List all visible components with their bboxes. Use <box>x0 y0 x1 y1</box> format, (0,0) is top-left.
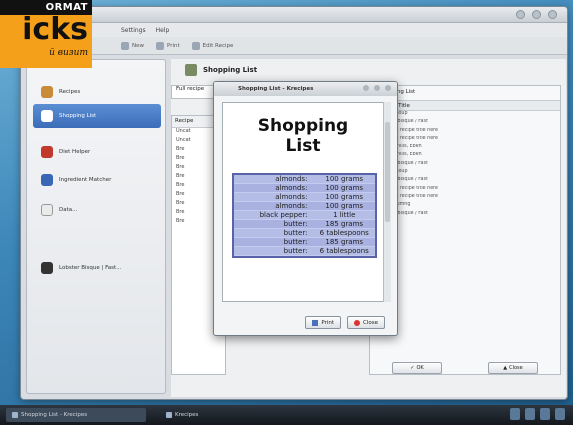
shopping-list-dialog: Shopping List - Krecipes Shopping List a… <box>213 81 398 336</box>
right-list-footer: ✓ OK ▲ Close <box>369 359 561 377</box>
recipe-document-icon <box>41 262 53 274</box>
system-tray <box>510 408 565 420</box>
main-titlebar <box>21 7 567 23</box>
list-item[interactable]: Pasta, Shills, Eben <box>370 152 560 160</box>
dialog-titlebar: Shopping List - Krecipes <box>214 82 397 96</box>
close-dialog-button[interactable]: Close <box>347 316 385 329</box>
list-item[interactable]: Type the recipe title here <box>370 186 560 194</box>
list-item[interactable]: Lobster Bisque / Fast <box>370 161 560 169</box>
recipes-icon <box>41 86 53 98</box>
diet-icon <box>41 146 53 158</box>
shopping-list-icon <box>185 64 197 76</box>
new-button[interactable]: New <box>121 41 144 50</box>
shopping-cart-icon <box>41 110 53 122</box>
dialog-title: Shopping List - Krecipes <box>238 86 314 92</box>
menu-help[interactable]: Help <box>156 27 170 34</box>
table-row: almonds: 100 grams <box>234 184 375 193</box>
list-item[interactable]: Oyster Soup <box>370 169 560 177</box>
logo-title: icks <box>22 12 88 47</box>
right-list-header: Shopping List <box>378 89 416 95</box>
dialog-help-button[interactable] <box>363 85 369 91</box>
ok-button[interactable]: ✓ OK <box>392 362 442 374</box>
maximize-button[interactable] <box>532 10 541 19</box>
edit-icon <box>191 41 200 50</box>
app-icon <box>166 412 172 418</box>
minimize-button[interactable] <box>516 10 525 19</box>
panel-header: Shopping List <box>171 59 566 81</box>
dialog-close-button[interactable] <box>385 85 391 91</box>
sidebar-item-open-recipe[interactable]: Lobster Bisque | Fast... <box>33 256 161 280</box>
new-icon <box>121 41 129 50</box>
panel-title: Shopping List <box>203 66 258 74</box>
document-title: Shopping List <box>257 116 349 156</box>
table-row: black pepper: 1 little <box>234 211 375 220</box>
taskbar: Shopping List - Krecipes Krecipes <box>0 405 573 425</box>
notification-icon[interactable] <box>555 408 565 420</box>
taskbar-item-shopping-list[interactable]: Shopping List - Krecipes <box>6 408 146 422</box>
sidebar-item-data[interactable]: Data... <box>33 198 161 222</box>
list-item[interactable]: Type the recipe title here <box>370 194 560 202</box>
toolbar: New Print Edit Recipe <box>21 37 567 55</box>
menu-settings[interactable]: Settings <box>121 27 146 34</box>
list-item[interactable]: Type the recipe title here <box>370 128 560 136</box>
app-icon <box>12 412 18 418</box>
dialog-window-controls <box>363 85 391 91</box>
dialog-buttons: Print Close <box>305 316 385 329</box>
printer-icon <box>312 319 319 326</box>
ingredient-icon <box>41 174 53 186</box>
network-icon[interactable] <box>510 408 520 420</box>
table-row: butter: 185 grams <box>234 220 375 229</box>
dialog-scrollbar[interactable] <box>383 102 391 302</box>
table-row: butter: 6 tablespoons <box>234 229 375 238</box>
taskbar-item-krecipes[interactable]: Krecipes <box>160 408 240 422</box>
list-item[interactable]: Lobster Bisque / Fast <box>370 119 560 127</box>
list-item[interactable]: Pasta, Shills, Eben <box>370 144 560 152</box>
sidebar-item-recipes[interactable]: Recipes <box>33 80 161 104</box>
magazine-logo: ORMAT icks й визит <box>0 0 92 68</box>
check-icon: ✓ <box>410 365 415 371</box>
close-button[interactable] <box>548 10 557 19</box>
krecipes-main-window: Settings Help New Print Edit Recipe Reci… <box>20 6 568 400</box>
recipe-title-column-header[interactable]: Recipe Title <box>370 100 560 111</box>
print-dialog-button[interactable]: Print <box>305 316 342 329</box>
table-row: butter: 185 grams <box>234 238 375 247</box>
sidebar-item-diet-helper[interactable]: Diet Helper <box>33 140 161 164</box>
print-icon <box>156 41 164 50</box>
close-icon: ▲ <box>503 365 508 371</box>
dialog-minimize-button[interactable] <box>374 85 380 91</box>
table-row: almonds: 100 grams <box>234 175 375 184</box>
sidebar-item-shopping-list[interactable]: Shopping List <box>33 104 161 128</box>
close-list-button[interactable]: ▲ Close <box>488 362 538 374</box>
sidebar: Recipes Shopping List Diet Helper Ingred… <box>26 59 166 394</box>
list-item[interactable]: Duck Stuffing <box>370 202 560 210</box>
list-item[interactable]: Lobster Bisque / Fast <box>370 177 560 185</box>
full-recipe-tab[interactable]: Full recipe <box>171 85 219 99</box>
sidebar-item-ingredient-matcher[interactable]: Ingredient Matcher <box>33 168 161 192</box>
menubar: Settings Help <box>21 23 567 37</box>
scrollbar-thumb[interactable] <box>385 122 390 222</box>
volume-icon[interactable] <box>525 408 535 420</box>
list-item[interactable]: Lobster Bisque / Fast <box>370 211 560 219</box>
logo-subtitle: й визит <box>49 48 88 58</box>
list-item[interactable]: Type the recipe title here <box>370 136 560 144</box>
shopping-list-document: Shopping List almonds: 100 grams almonds:… <box>222 102 384 302</box>
edit-recipe-button[interactable]: Edit Recipe <box>191 41 233 50</box>
close-icon <box>354 319 361 326</box>
table-row: almonds: 100 grams <box>234 202 375 211</box>
shopping-list-table: almonds: 100 grams almonds: 100 grams almo… <box>232 173 377 258</box>
clock-icon[interactable] <box>540 408 550 420</box>
table-row: butter: 6 tablespoons <box>234 247 375 256</box>
data-icon <box>41 204 53 216</box>
table-row: almonds: 100 grams <box>234 193 375 202</box>
print-button[interactable]: Print <box>156 41 180 50</box>
list-item[interactable]: Oyster Soup <box>370 111 560 119</box>
window-controls <box>516 10 557 19</box>
